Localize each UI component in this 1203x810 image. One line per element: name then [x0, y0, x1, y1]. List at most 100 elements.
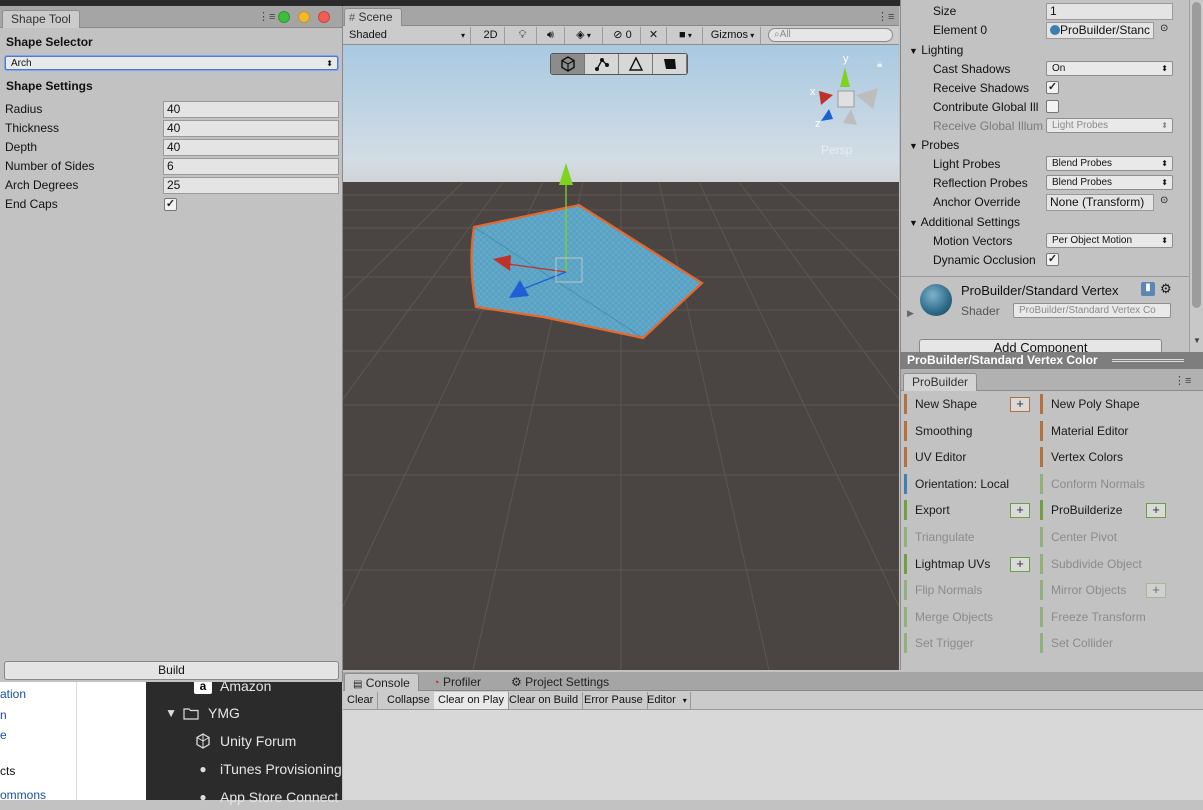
cast-shadows-dropdown[interactable]: On ⬍ — [1046, 61, 1173, 76]
clear-button[interactable]: Clear — [343, 692, 379, 709]
pb-button-set-collider[interactable]: Set Collider — [1040, 633, 1171, 654]
radius-field[interactable]: 40 — [163, 101, 339, 118]
close-button[interactable] — [318, 11, 330, 23]
scene-toolbar: Shaded ▾ 2D 💡︎ 🔊︎ ◈ ▾ ⊘ 0 ✕ ■ ▾ Gizmos ▾… — [343, 26, 899, 45]
scene-tab[interactable]: # Scene — [344, 8, 402, 26]
object-picker-icon[interactable]: ⊙ — [1160, 23, 1168, 34]
pb-button-uv-editor[interactable]: UV Editor — [904, 447, 1035, 468]
tools-toggle[interactable]: ✕ — [641, 27, 667, 44]
console-log-area[interactable] — [343, 710, 1203, 800]
editor-dropdown[interactable]: Editor ▾ — [643, 692, 691, 709]
receive-shadows-checkbox[interactable]: ✓ — [1046, 81, 1059, 94]
probuilder-tab[interactable]: ProBuilder — [903, 373, 978, 391]
scene-viewport[interactable]: y x z Persp 🔒︎ — [343, 45, 899, 670]
shape-tool-tab[interactable]: Shape Tool — [2, 10, 80, 28]
reflection-probes-dropdown[interactable]: Blend Probes ⬍ — [1046, 175, 1173, 190]
pb-button-conform-normals[interactable]: Conform Normals — [1040, 473, 1171, 494]
arch-degrees-field[interactable]: 25 — [163, 177, 339, 194]
eye-slash-icon: ⊘ — [613, 29, 623, 41]
help-book-icon[interactable]: ▮ — [1141, 282, 1155, 296]
pb-button-set-trigger[interactable]: Set Trigger — [904, 633, 1035, 654]
error-pause-button[interactable]: Error Pause — [580, 692, 648, 709]
pb-button-vertex-colors[interactable]: Vertex Colors — [1040, 447, 1171, 468]
tab-profiler[interactable]: ◔ Profiler — [433, 673, 481, 691]
dynamic-occlusion-checkbox[interactable]: ✓ — [1046, 253, 1059, 266]
end-caps-checkbox[interactable]: ✓ — [164, 198, 177, 211]
thickness-field[interactable]: 40 — [163, 120, 339, 137]
panel-menu-icon[interactable]: ⋮≡ — [258, 10, 275, 23]
number-of-sides-field[interactable]: 6 — [163, 158, 339, 175]
shading-mode-dropdown[interactable]: Shaded ▾ — [343, 27, 471, 44]
contribute-gi-checkbox[interactable] — [1046, 100, 1059, 113]
dropdown-arrow-icon: ▾ — [682, 696, 687, 705]
face-mode-button[interactable] — [653, 54, 687, 74]
vertex-mode-button[interactable] — [585, 54, 619, 74]
lighting-label: Lighting — [921, 43, 964, 57]
probes-foldout[interactable]: ▼ Probes — [909, 138, 959, 152]
plus-icon[interactable]: + — [1146, 503, 1166, 519]
clear-on-play-button[interactable]: Clear on Play — [434, 692, 510, 709]
material-preview-strip[interactable]: ProBuilder/Standard Vertex Color — [900, 352, 1203, 369]
panel-menu-icon[interactable]: ⋮≡ — [877, 10, 894, 23]
object-picker-icon[interactable]: ⊙ — [1160, 195, 1168, 206]
camera-dropdown[interactable]: ■ ▾ — [669, 27, 703, 44]
audio-toggle[interactable]: 🔊︎ — [537, 27, 565, 44]
tab-project-settings[interactable]: ⚙︎ Project Settings — [511, 673, 609, 691]
projection-label[interactable]: Persp — [821, 143, 853, 157]
search-placeholder: All — [779, 29, 791, 40]
hidden-objects-toggle[interactable]: ⊘ 0 — [605, 27, 641, 44]
tab-console[interactable]: ▤ Console — [344, 673, 419, 691]
plus-icon[interactable]: + — [1146, 583, 1166, 599]
minimize-button[interactable] — [298, 11, 310, 23]
plus-icon[interactable]: + — [1010, 556, 1030, 572]
inspector-scrollbar[interactable]: ▼ — [1189, 0, 1203, 352]
additional-settings-foldout[interactable]: ▼ Additional Settings — [909, 215, 1020, 229]
layers-icon: ◈ — [576, 29, 585, 41]
pb-button-subdivide-object[interactable]: Subdivide Object — [1040, 553, 1171, 574]
maximize-button[interactable] — [278, 11, 290, 23]
lock-icon[interactable]: 🔒︎ — [877, 59, 882, 70]
pb-button-orientation-local[interactable]: Orientation: Local — [904, 473, 1035, 494]
scrollbar-thumb[interactable] — [1192, 2, 1201, 308]
add-component-button[interactable]: Add Component — [919, 339, 1162, 352]
shader-dropdown[interactable]: ProBuilder/Standard Vertex Co — [1013, 303, 1171, 318]
motion-vectors-dropdown[interactable]: Per Object Motion ⬍ — [1046, 233, 1173, 248]
object-mode-button[interactable] — [551, 54, 585, 74]
pb-button-smoothing[interactable]: Smoothing — [904, 420, 1035, 441]
plus-icon[interactable]: + — [1010, 397, 1030, 412]
probes-label: Probes — [921, 138, 960, 152]
effects-dropdown[interactable]: ◈ ▾ — [565, 27, 603, 44]
size-field[interactable]: 1 — [1046, 3, 1173, 20]
pb-button-center-pivot[interactable]: Center Pivot — [1040, 527, 1171, 547]
lighting-foldout[interactable]: ▼ Lighting — [909, 43, 963, 57]
dropdown-arrow-icon: ⬍ — [1161, 121, 1168, 130]
clear-on-build-button[interactable]: Clear on Build — [505, 692, 584, 709]
plus-icon[interactable]: + — [1010, 503, 1030, 519]
anchor-override-field[interactable]: None (Transform) — [1046, 194, 1154, 211]
lighting-toggle[interactable]: 💡︎ — [509, 27, 537, 44]
gear-icon[interactable]: ⚙︎ — [1160, 281, 1172, 297]
pb-button-freeze-transform[interactable]: Freeze Transform — [1040, 606, 1171, 627]
shader-value: ProBuilder/Standard Vertex Co — [1019, 305, 1156, 316]
light-probes-dropdown[interactable]: Blend Probes ⬍ — [1046, 156, 1173, 171]
pb-button-material-editor[interactable]: Material Editor — [1040, 420, 1171, 441]
pb-button-flip-normals[interactable]: Flip Normals — [904, 580, 1035, 601]
shading-mode-value: Shaded — [349, 29, 387, 41]
build-button[interactable]: Build — [4, 661, 339, 680]
pb-button-new-poly-shape[interactable]: New Poly Shape — [1040, 394, 1171, 414]
shape-selector-dropdown[interactable]: Arch ⬍ — [5, 56, 338, 70]
scene-search-input[interactable]: ⌕All — [768, 28, 893, 42]
toggle-2d-button[interactable]: 2D — [477, 27, 505, 44]
scroll-down-icon[interactable]: ▼ — [1193, 336, 1201, 345]
apple-icon: ● — [199, 790, 207, 804]
pb-button-triangulate[interactable]: Triangulate — [904, 527, 1035, 547]
collapse-button[interactable]: Collapse — [383, 692, 435, 709]
panel-menu-icon[interactable]: ⋮≡ — [1174, 374, 1191, 387]
drag-handle[interactable] — [1112, 359, 1184, 362]
element0-field[interactable]: ProBuilder/Stanc — [1046, 22, 1154, 39]
chevron-right-icon[interactable]: ▶ — [907, 308, 914, 319]
pb-button-merge-objects[interactable]: Merge Objects — [904, 606, 1035, 627]
depth-field[interactable]: 40 — [163, 139, 339, 156]
edge-mode-button[interactable] — [619, 54, 653, 74]
gizmos-dropdown[interactable]: Gizmos ▾ — [705, 27, 761, 44]
